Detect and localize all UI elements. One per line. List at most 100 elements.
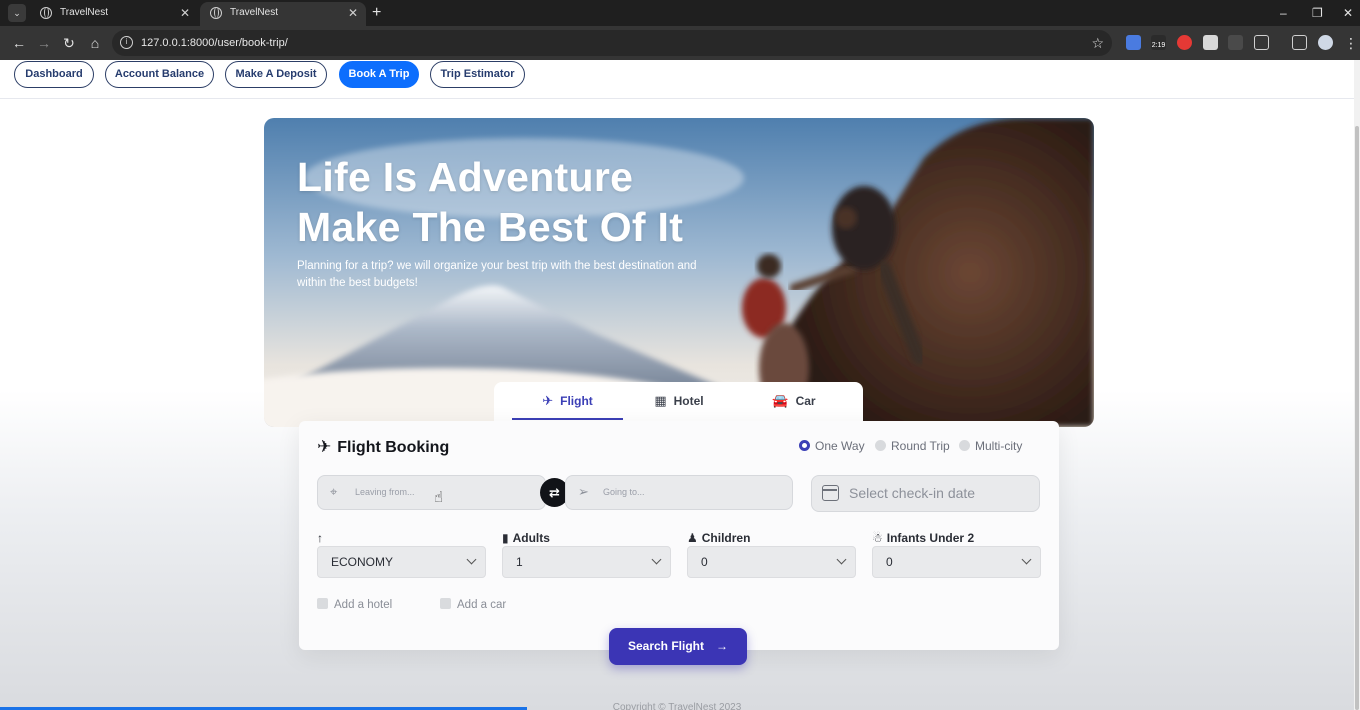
check-in-date-input[interactable]: Select check-in date [811,475,1040,512]
search-flight-button[interactable]: Search Flight → [609,628,747,665]
hero-banner: Life Is Adventure Make The Best Of It Pl… [264,118,1094,427]
checkbox[interactable] [440,598,451,609]
globe-icon [210,7,222,19]
bookmark-star-icon[interactable]: ☆ [1091,30,1104,56]
radio-round-trip[interactable]: Round Trip [875,439,950,453]
extensions-puzzle-icon[interactable] [1254,35,1269,50]
calendar-icon [822,485,839,501]
radio-button[interactable] [875,440,886,451]
add-car-checkbox[interactable]: Add a car [440,598,506,611]
radio-button[interactable] [959,440,970,451]
profile-avatar-icon[interactable] [1318,35,1333,50]
record-extension-icon[interactable] [1177,35,1192,50]
page-scrollbar[interactable] [1354,60,1360,710]
tab-label: Flight [560,394,593,408]
top-navigation: Dashboard Account Balance Make A Deposit… [0,60,1354,99]
booking-mode-tabs: ✈ Flight ▦ Hotel 🚘 Car [494,382,863,422]
adults-label-text: Adults [512,531,550,545]
close-window-button[interactable]: ✕ [1343,0,1353,26]
select-value: 1 [516,555,523,569]
browser-tab[interactable]: TravelNest ✕ [30,0,198,26]
select-value: 0 [701,555,708,569]
site-info-icon[interactable]: i [120,36,133,49]
tab-car[interactable]: 🚘 Car [744,382,844,420]
tab-hotel[interactable]: ▦ Hotel [629,382,729,420]
tab-flight[interactable]: ✈ Flight [512,382,623,420]
select-value: ECONOMY [331,555,394,569]
children-select[interactable]: 0 [687,546,856,578]
browser-tab-title: TravelNest [60,7,108,18]
browser-menu-icon[interactable]: ⋮ [1340,32,1360,54]
arrow-right-icon: → [716,639,728,653]
restore-button[interactable]: ❐ [1312,0,1323,26]
tab-label: Car [795,394,816,408]
going-to-placeholder: Going to... [603,487,645,497]
date-placeholder: Select check-in date [849,485,976,501]
radio-button[interactable] [799,440,810,451]
chevron-down-icon [1021,554,1032,565]
hero-title: Life Is Adventure Make The Best Of It [297,152,683,252]
address-bar[interactable]: i 127.0.0.1:8000/user/book-trip/ ☆ [112,30,1112,56]
extension-icon[interactable] [1228,35,1243,50]
building-icon: ▦ [654,393,667,408]
hero-title-line-1: Life Is Adventure [297,154,634,200]
children-label-text: Children [701,531,751,545]
radio-label: One Way [815,439,865,453]
home-icon[interactable]: ⌂ [84,32,106,54]
radio-label: Round Trip [891,439,950,453]
send-arrow-icon: ➢ [578,484,589,499]
checkbox[interactable] [317,598,328,609]
close-tab-icon[interactable]: ✕ [180,0,190,26]
chevron-down-icon [651,554,662,565]
browser-tab-title: TravelNest [230,7,278,18]
nav-book-trip[interactable]: Book A Trip [339,61,419,88]
close-tab-icon[interactable]: ✕ [348,2,358,24]
infants-select[interactable]: 0 [872,546,1041,578]
extension-icon[interactable] [1203,35,1218,50]
infants-label: ☃ Infants Under 2 [872,531,974,545]
arrow-up-icon: ↑ [317,531,323,545]
translate-extension-icon[interactable] [1126,35,1141,50]
infants-label-text: Infants Under 2 [886,531,975,545]
plane-icon: ✈ [317,437,332,456]
flight-booking-card: ✈ Flight Booking One Way Round Trip Multi… [299,421,1059,650]
checkbox-label: Add a car [457,599,507,611]
nav-account-balance[interactable]: Account Balance [105,61,214,88]
hand-cursor-icon: ☝ [434,489,444,506]
baby-icon: ☃ [872,531,883,545]
chevron-down-icon [466,554,477,565]
add-hotel-checkbox[interactable]: Add a hotel [317,598,392,611]
timer-extension-icon[interactable]: 2:19 [1151,35,1166,50]
children-label: ♟ Children [687,531,750,545]
browser-tab-active[interactable]: TravelNest ✕ [200,2,366,26]
scrollbar-thumb[interactable] [1355,126,1359,710]
side-panel-icon[interactable] [1292,35,1307,50]
url-text[interactable]: 127.0.0.1:8000/user/book-trip/ [141,30,288,56]
cabin-class-select[interactable]: ECONOMY [317,546,486,578]
location-pin-icon: ⌖ [330,484,338,499]
radio-one-way[interactable]: One Way [799,439,865,453]
chevron-down-icon [836,554,847,565]
minimize-button[interactable]: – [1280,0,1287,26]
leaving-from-input[interactable]: ⌖ Leaving from... [317,475,546,510]
adults-select[interactable]: 1 [502,546,671,578]
nav-dashboard[interactable]: Dashboard [14,61,94,88]
leaving-from-placeholder: Leaving from... [355,487,415,497]
forward-arrow-icon[interactable]: → [33,32,55,54]
radio-label: Multi-city [975,439,1023,453]
tab-search-chevron-icon[interactable]: ⌄ [8,4,26,22]
back-arrow-icon[interactable]: ← [8,32,30,54]
page: Dashboard Account Balance Make A Deposit… [0,60,1354,710]
radio-multi-city[interactable]: Multi-city [959,439,1022,453]
hero-title-line-2: Make The Best Of It [297,204,684,250]
car-icon: 🚘 [772,393,789,408]
hero-subtitle: Planning for a trip? we will organize yo… [297,260,697,289]
going-to-input[interactable]: ➢ Going to... [565,475,793,510]
nav-trip-estimator[interactable]: Trip Estimator [430,61,525,88]
reload-icon[interactable]: ↻ [58,32,80,54]
plane-icon: ✈ [542,393,554,408]
tab-label: Hotel [673,394,704,408]
card-title-text: Flight Booking [337,439,450,456]
new-tab-button[interactable]: + [372,2,381,24]
nav-make-deposit[interactable]: Make A Deposit [225,61,327,88]
